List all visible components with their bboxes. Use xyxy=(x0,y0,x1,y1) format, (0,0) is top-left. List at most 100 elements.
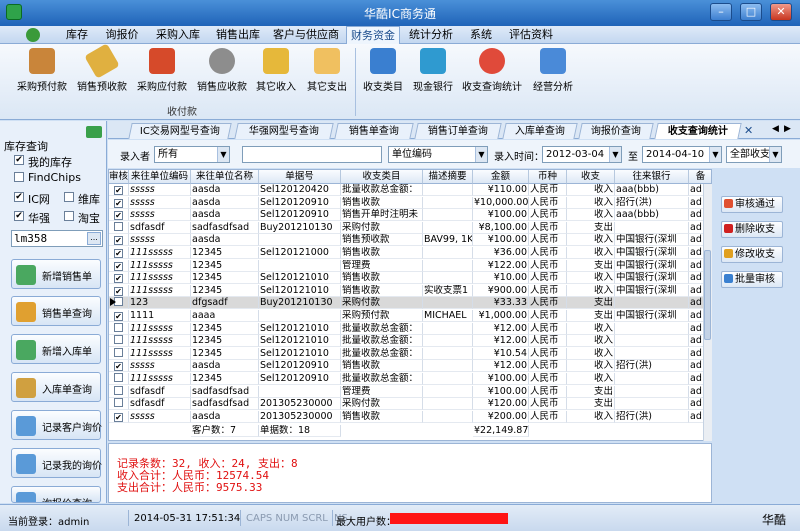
table-cell[interactable] xyxy=(423,297,473,310)
table-cell[interactable]: sdfasdf xyxy=(129,221,191,234)
table-cell[interactable]: 管理费 xyxy=(341,259,423,272)
table-cell[interactable]: 收入 xyxy=(567,360,615,373)
table-cell[interactable]: 人民币 xyxy=(529,284,567,297)
checkbox[interactable]: ✔ xyxy=(114,198,123,208)
checkbox-my-inventory[interactable]: ✔ xyxy=(14,155,24,165)
table-cell[interactable]: sadfasdfsad xyxy=(191,398,259,411)
row-approve-checkbox[interactable]: ✔ xyxy=(109,360,129,373)
checkbox-weiku[interactable] xyxy=(64,192,74,202)
purchase-payable-button[interactable]: 采购应付款 xyxy=(134,48,190,100)
table-cell[interactable]: ¥100.00 xyxy=(473,373,529,385)
table-cell[interactable]: ¥122.00 xyxy=(473,259,529,272)
table-cell[interactable]: 招行(洪) xyxy=(615,196,689,209)
table-cell[interactable]: 收入 xyxy=(567,322,615,335)
table-cell[interactable]: sssss xyxy=(129,196,191,209)
table-cell[interactable]: 收入 xyxy=(567,373,615,385)
record-customer-inquiry-button[interactable]: 记录客户询价 xyxy=(11,410,102,440)
table-cell[interactable]: 111sssss xyxy=(129,373,191,385)
table-cell[interactable]: 人民币 xyxy=(529,322,567,335)
table-cell[interactable]: 销售收款 xyxy=(341,284,423,297)
table-cell[interactable] xyxy=(615,373,689,385)
table-cell[interactable] xyxy=(615,322,689,335)
checkbox[interactable]: ✔ xyxy=(114,211,123,221)
checkbox[interactable]: ✔ xyxy=(114,249,123,258)
table-cell[interactable]: 人民币 xyxy=(529,373,567,385)
purchase-prepay-button[interactable]: 采购预付款 xyxy=(14,48,70,100)
checkbox[interactable]: ✔ xyxy=(114,274,123,284)
maximize-button[interactable]: □ xyxy=(740,3,762,21)
table-cell[interactable]: Sel120120910 xyxy=(259,209,341,222)
income-query-stats-button[interactable]: 收支查询统计 xyxy=(460,48,524,100)
batch-approve-button[interactable]: 批量审核 xyxy=(721,271,783,288)
table-cell[interactable]: ¥10.54 xyxy=(473,347,529,360)
table-cell[interactable]: sssss xyxy=(129,184,191,196)
checkbox-taobao[interactable] xyxy=(64,211,74,221)
table-cell[interactable] xyxy=(615,297,689,310)
table-cell[interactable]: ¥10.00 xyxy=(473,272,529,285)
table-cell[interactable]: 招行(洪) xyxy=(615,360,689,373)
menu-tab-purchase[interactable]: 采购入库 xyxy=(150,26,206,44)
table-cell[interactable]: 收入 xyxy=(567,410,615,423)
table-cell[interactable]: 支出 xyxy=(567,221,615,234)
grid-header-cell[interactable]: 金额 xyxy=(473,170,529,184)
row-approve-checkbox[interactable] xyxy=(109,221,129,234)
table-cell[interactable]: aasda xyxy=(191,360,259,373)
table-cell[interactable] xyxy=(423,196,473,209)
table-cell[interactable] xyxy=(259,259,341,272)
table-cell[interactable] xyxy=(615,398,689,411)
table-cell[interactable] xyxy=(423,209,473,222)
grid-header-cell[interactable]: 币种 xyxy=(529,170,567,184)
table-cell[interactable]: 批量收款总金额： xyxy=(341,335,423,348)
table-cell[interactable]: 收入 xyxy=(567,284,615,297)
new-inbound-order-button[interactable]: 新增入库单 xyxy=(11,334,101,364)
grid-header-cell[interactable]: 收支类目 xyxy=(341,170,423,184)
table-cell[interactable]: 批量收款总金额： xyxy=(341,322,423,335)
table-cell[interactable]: 12345 xyxy=(191,373,259,385)
table-cell[interactable]: 12345 xyxy=(191,272,259,285)
table-cell[interactable]: ¥100.00 xyxy=(473,234,529,247)
table-cell[interactable]: MICHAEL xyxy=(423,310,473,322)
table-cell[interactable]: 111sssss xyxy=(129,347,191,360)
table-cell[interactable]: 人民币 xyxy=(529,221,567,234)
table-cell[interactable]: 111sssss xyxy=(129,322,191,335)
checkbox[interactable]: ✔ xyxy=(114,186,123,195)
table-cell[interactable]: sssss xyxy=(129,209,191,222)
income-category-button[interactable]: 收支类目 xyxy=(360,48,406,100)
table-cell[interactable] xyxy=(423,247,473,259)
part-search-button[interactable]: ... xyxy=(87,232,101,245)
checkbox[interactable] xyxy=(114,335,123,345)
table-cell[interactable]: Sel120121000 xyxy=(259,247,341,259)
table-cell[interactable]: 中国银行(深圳 xyxy=(615,234,689,247)
row-approve-checkbox[interactable]: ✔ xyxy=(109,272,129,285)
row-approve-checkbox[interactable] xyxy=(109,373,129,385)
tab-scroll-left-icon[interactable]: ◀ xyxy=(772,124,779,134)
table-cell[interactable]: dfgsadf xyxy=(191,297,259,310)
row-approve-checkbox[interactable]: ✔ xyxy=(109,196,129,209)
table-cell[interactable]: 收入 xyxy=(567,272,615,285)
table-cell[interactable]: 12345 xyxy=(191,347,259,360)
table-cell[interactable]: 收入 xyxy=(567,247,615,259)
tab-huaqiang-part-query[interactable]: 华强网型号查询 xyxy=(234,123,334,139)
menu-tab-sales[interactable]: 销售出库 xyxy=(210,26,266,44)
table-cell[interactable]: Sel120121010 xyxy=(259,284,341,297)
table-cell[interactable]: 12345 xyxy=(191,259,259,272)
table-cell[interactable]: 人民币 xyxy=(529,398,567,411)
table-cell[interactable] xyxy=(423,385,473,398)
menu-tab-finance[interactable]: 财务资金 xyxy=(346,26,400,44)
table-cell[interactable]: Sel120121010 xyxy=(259,322,341,335)
table-cell[interactable]: 招行(洪) xyxy=(615,410,689,423)
table-cell[interactable]: ¥100.00 xyxy=(473,209,529,222)
tab-icnet-part-query[interactable]: IC交易网型号查询 xyxy=(128,123,232,139)
table-cell[interactable] xyxy=(423,398,473,411)
table-cell[interactable]: 中国银行(深圳 xyxy=(615,259,689,272)
table-cell[interactable] xyxy=(423,221,473,234)
table-cell[interactable]: aasda xyxy=(191,196,259,209)
checkbox[interactable] xyxy=(114,398,123,408)
table-cell[interactable]: 收入 xyxy=(567,184,615,196)
inbound-order-query-button[interactable]: 入库单查询 xyxy=(11,372,101,402)
grid-scrollbar-thumb[interactable] xyxy=(704,250,711,340)
table-cell[interactable]: 中国银行(深圳 xyxy=(615,284,689,297)
table-cell[interactable]: ¥900.00 xyxy=(473,284,529,297)
table-cell[interactable]: 销售收款 xyxy=(341,196,423,209)
table-cell[interactable]: 人民币 xyxy=(529,259,567,272)
